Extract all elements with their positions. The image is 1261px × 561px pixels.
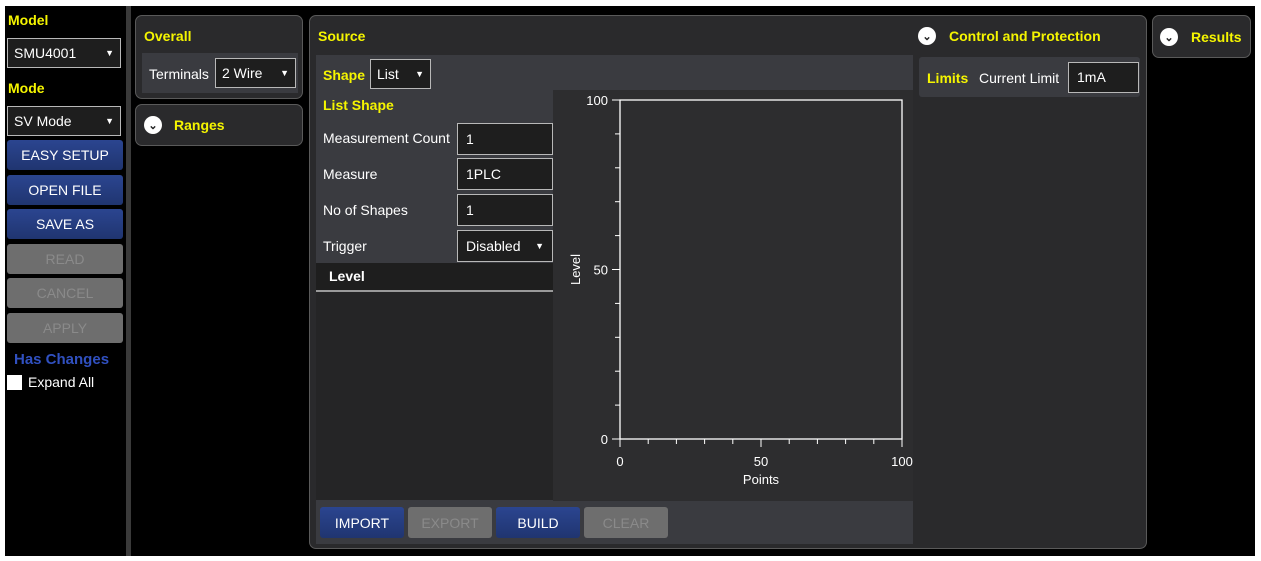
has-changes-status: Has Changes (14, 351, 110, 368)
x-tick-label: 100 (891, 454, 913, 469)
measurement-count-label: Measurement Count (323, 130, 450, 146)
current-limit-input[interactable]: 1mA (1068, 62, 1139, 93)
y-tick-label: 0 (601, 432, 608, 447)
chevron-down-icon: ▼ (535, 241, 544, 251)
ranges-header[interactable]: ⌄ Ranges (144, 116, 225, 134)
limits-label: Limits (927, 70, 969, 86)
level-chart: 0 50 100 0 50 100 Points Level (553, 90, 913, 501)
list-shape-title: List Shape (323, 97, 394, 113)
x-axis-label: Points (743, 472, 780, 487)
splitter[interactable] (126, 6, 131, 556)
mode-select[interactable]: SV Mode ▼ (7, 106, 121, 136)
open-file-button[interactable]: OPEN FILE (7, 175, 123, 205)
y-tick-label: 100 (586, 93, 608, 108)
expand-chevron-icon[interactable]: ⌄ (144, 116, 162, 134)
ranges-title: Ranges (174, 117, 225, 133)
control-header[interactable]: ⌄ Control and Protection (918, 27, 1101, 45)
chevron-down-icon: ▼ (280, 68, 289, 78)
apply-button[interactable]: APPLY (7, 313, 123, 343)
measure-input[interactable]: 1PLC (457, 158, 553, 190)
expand-chevron-icon[interactable]: ⌄ (918, 27, 936, 45)
save-as-button[interactable]: SAVE AS (7, 209, 123, 239)
terminals-value: 2 Wire (222, 65, 263, 81)
cancel-button[interactable]: CANCEL (7, 278, 123, 308)
measurement-count-input[interactable]: 1 (457, 123, 553, 155)
chevron-down-icon: ▼ (105, 48, 114, 58)
mode-label: Mode (8, 80, 45, 96)
easy-setup-button[interactable]: EASY SETUP (7, 140, 123, 170)
expand-all-checkbox[interactable]: Expand All (7, 374, 94, 390)
source-title: Source (318, 28, 366, 44)
terminals-select[interactable]: 2 Wire ▼ (215, 58, 296, 88)
level-list[interactable] (316, 263, 553, 500)
no-of-shapes-input[interactable]: 1 (457, 194, 553, 226)
clear-button[interactable]: CLEAR (584, 507, 668, 538)
expand-chevron-icon[interactable]: ⌄ (1160, 28, 1178, 46)
measure-label: Measure (323, 166, 378, 182)
expand-all-label: Expand All (28, 374, 95, 390)
import-button[interactable]: IMPORT (320, 507, 404, 538)
checkbox-box[interactable] (7, 374, 22, 390)
no-of-shapes-label: No of Shapes (323, 202, 408, 218)
y-axis-label: Level (568, 254, 583, 285)
chevron-down-icon: ▼ (415, 69, 424, 79)
model-select[interactable]: SMU4001 ▼ (7, 38, 121, 68)
shape-select[interactable]: List ▼ (370, 59, 431, 89)
read-button[interactable]: READ (7, 244, 123, 274)
current-limit-label: Current Limit (979, 70, 1060, 86)
terminals-label: Terminals (149, 66, 209, 82)
build-button[interactable]: BUILD (496, 507, 580, 538)
level-column-header[interactable]: Level (316, 263, 553, 292)
overall-title: Overall (144, 28, 192, 44)
model-label: Model (8, 12, 49, 28)
chevron-down-icon: ▼ (105, 116, 114, 126)
x-tick-label: 0 (616, 454, 623, 469)
shape-value: List (377, 66, 399, 82)
trigger-select[interactable]: Disabled ▼ (457, 230, 553, 262)
model-value: SMU4001 (14, 45, 77, 61)
results-header[interactable]: ⌄ Results (1160, 28, 1242, 46)
y-tick-label: 50 (594, 263, 608, 278)
mode-value: SV Mode (14, 113, 72, 129)
control-title: Control and Protection (949, 28, 1101, 44)
export-button[interactable]: EXPORT (408, 507, 492, 538)
results-title: Results (1191, 29, 1242, 45)
trigger-value: Disabled (466, 238, 521, 254)
x-tick-label: 50 (754, 454, 768, 469)
shape-label: Shape (323, 67, 366, 83)
trigger-label: Trigger (323, 238, 367, 254)
